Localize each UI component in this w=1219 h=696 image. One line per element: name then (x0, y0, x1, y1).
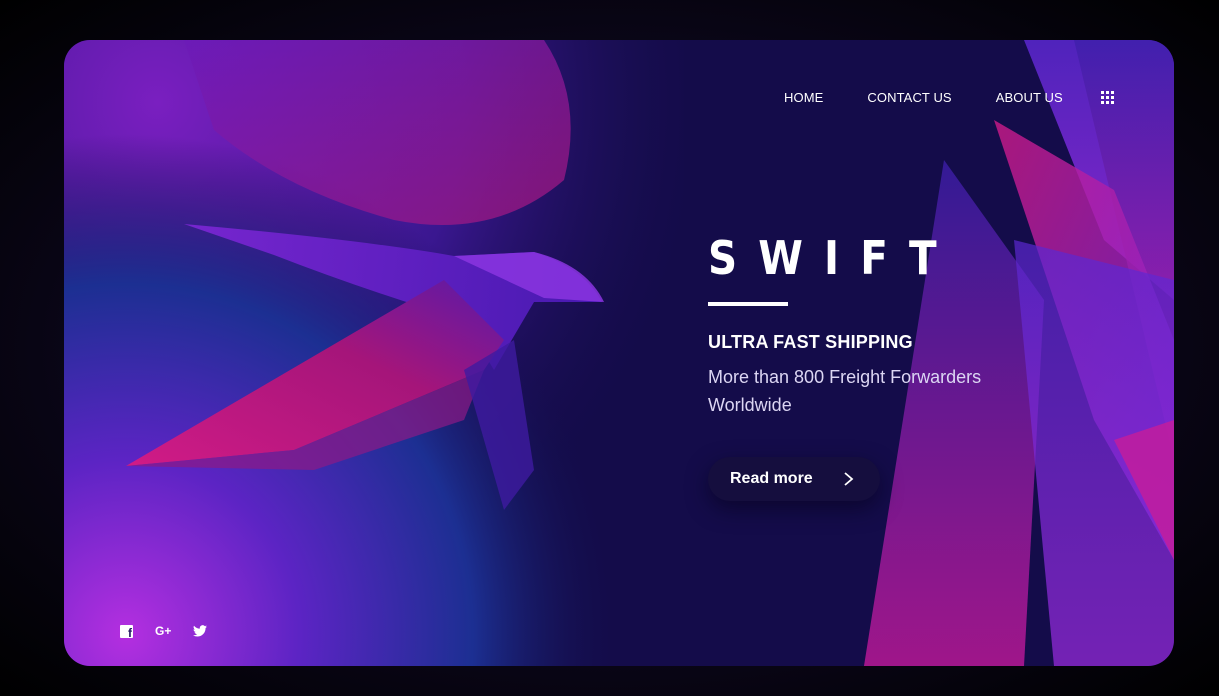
hero-card: HOME CONTACT US ABOUT US SWIFT ULTRA FAS… (64, 40, 1174, 666)
grid-dots-icon[interactable] (1100, 90, 1114, 104)
page-stage: HOME CONTACT US ABOUT US SWIFT ULTRA FAS… (0, 0, 1219, 696)
twitter-icon[interactable] (193, 625, 208, 637)
facebook-icon[interactable] (120, 624, 133, 640)
nav-link-home[interactable]: HOME (784, 90, 823, 105)
nav-link-contact-us[interactable]: CONTACT US (867, 90, 951, 105)
subline: More than 800 Freight Forwarders Worldwi… (708, 367, 982, 415)
read-more-button[interactable]: Read more (708, 457, 880, 501)
google-plus-icon[interactable]: G+ (155, 624, 171, 638)
brand-title: SWIFT (708, 231, 958, 285)
nav-link-about-us[interactable]: ABOUT US (996, 90, 1063, 105)
hero-text: SWIFT ULTRA FAST SHIPPING More than 800 … (708, 230, 1128, 419)
top-nav: HOME CONTACT US ABOUT US (784, 87, 1114, 107)
read-more-label: Read more (730, 470, 813, 487)
chevron-right-icon (844, 472, 854, 486)
social-links: G+ (120, 624, 229, 640)
title-underline (708, 302, 788, 306)
tagline: ULTRA FAST SHIPPING (708, 332, 913, 352)
